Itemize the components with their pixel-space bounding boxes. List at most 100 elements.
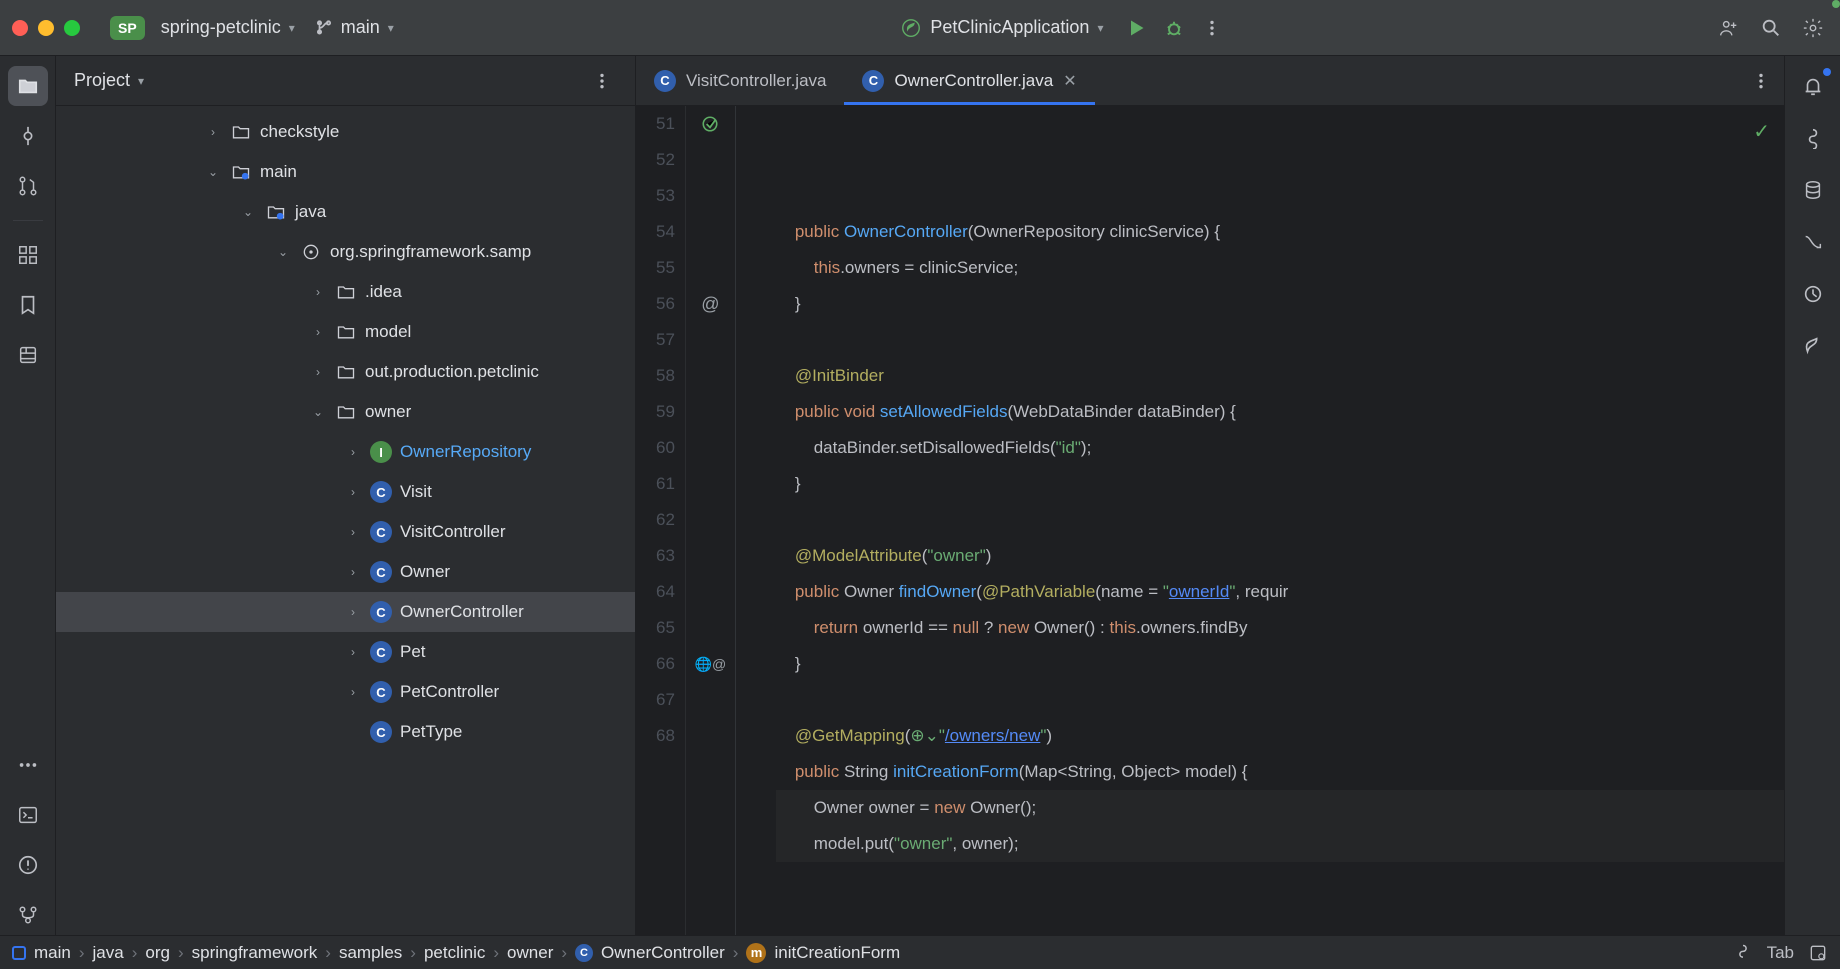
code-line[interactable] — [776, 322, 1784, 358]
code-line[interactable]: Owner owner = new Owner(); — [776, 790, 1784, 826]
line-number[interactable]: 63 — [656, 538, 675, 574]
editor-tab[interactable]: CVisitController.java — [636, 56, 844, 105]
maximize-window-button[interactable] — [64, 20, 80, 36]
tree-item[interactable]: › C OwnerController — [56, 592, 635, 632]
tree-arrow-icon[interactable]: › — [344, 605, 362, 619]
code-line[interactable]: public void setAllowedFields(WebDataBind… — [776, 394, 1784, 430]
breadcrumb-item[interactable]: COwnerController — [575, 943, 725, 963]
code-line[interactable]: public Owner findOwner(@PathVariable(nam… — [776, 574, 1784, 610]
tree-item[interactable]: › .idea — [56, 272, 635, 312]
breadcrumb-item[interactable]: org — [145, 943, 170, 963]
database-tool-right-button[interactable] — [1793, 170, 1833, 210]
breadcrumb-item[interactable]: minitCreationForm — [746, 943, 900, 963]
tree-arrow-icon[interactable]: › — [309, 325, 327, 339]
tree-item[interactable]: › C Owner — [56, 552, 635, 592]
more-tools-button[interactable] — [8, 745, 48, 785]
tree-arrow-icon[interactable]: › — [344, 685, 362, 699]
line-number[interactable]: 52 — [656, 142, 675, 178]
problems-tool-button[interactable] — [8, 845, 48, 885]
reader-mode-icon[interactable] — [1808, 943, 1828, 963]
line-number[interactable]: 53 — [656, 178, 675, 214]
breadcrumb-item[interactable]: petclinic — [424, 943, 485, 963]
ai-assistant-button[interactable] — [1793, 118, 1833, 158]
line-number[interactable]: 59 — [656, 394, 675, 430]
line-number[interactable]: 57 — [656, 322, 675, 358]
web-usage-icon[interactable]: 🌐@ — [695, 646, 727, 682]
code-line[interactable]: dataBinder.setDisallowedFields("id"); — [776, 430, 1784, 466]
line-number[interactable]: 60 — [656, 430, 675, 466]
run-button[interactable] — [1121, 13, 1151, 43]
close-window-button[interactable] — [12, 20, 28, 36]
line-number[interactable]: 67 — [656, 682, 675, 718]
code-line[interactable]: model.put("owner", owner); — [776, 826, 1784, 862]
line-number[interactable]: 66 — [656, 646, 675, 682]
bookmarks-tool-button[interactable] — [8, 285, 48, 325]
line-number[interactable]: 65 — [656, 610, 675, 646]
code-line[interactable] — [776, 502, 1784, 538]
tree-arrow-icon[interactable]: ⌄ — [309, 405, 327, 419]
gutter-icons[interactable]: @🌐@ — [686, 106, 736, 935]
tree-arrow-icon[interactable]: ⌄ — [239, 205, 257, 219]
tree-arrow-icon[interactable]: ⌄ — [204, 165, 222, 179]
search-button[interactable] — [1756, 13, 1786, 43]
tree-arrow-icon[interactable]: › — [344, 485, 362, 499]
line-number[interactable]: 56 — [656, 286, 675, 322]
inspection-ok-icon[interactable]: ✓ — [1753, 114, 1770, 150]
project-panel-title-dropdown[interactable]: Project ▾ — [74, 70, 144, 91]
tree-arrow-icon[interactable]: › — [309, 365, 327, 379]
tree-arrow-icon[interactable]: › — [344, 645, 362, 659]
code-line[interactable]: public String initCreationForm(Map<Strin… — [776, 754, 1784, 790]
more-actions-button[interactable] — [1197, 13, 1227, 43]
breadcrumb-item[interactable]: samples — [339, 943, 402, 963]
code-line[interactable]: } — [776, 286, 1784, 322]
tree-arrow-icon[interactable]: › — [309, 285, 327, 299]
line-number[interactable]: 64 — [656, 574, 675, 610]
tree-item[interactable]: › C VisitController — [56, 512, 635, 552]
line-number-gutter[interactable]: 515253545556575859606162636465666768 — [636, 106, 686, 935]
pull-requests-tool-button[interactable] — [8, 166, 48, 206]
project-tool-button[interactable] — [8, 66, 48, 106]
profiler-button[interactable] — [1793, 274, 1833, 314]
terminal-tool-button[interactable] — [8, 795, 48, 835]
code-line[interactable]: return ownerId == null ? new Owner() : t… — [776, 610, 1784, 646]
tree-arrow-icon[interactable]: › — [344, 525, 362, 539]
tree-item[interactable]: ⌄ java — [56, 192, 635, 232]
structure-tool-button[interactable] — [8, 235, 48, 275]
code-line[interactable]: public OwnerController(OwnerRepository c… — [776, 214, 1784, 250]
ai-status-icon[interactable] — [1733, 943, 1753, 963]
tree-arrow-icon[interactable]: ⌄ — [274, 245, 292, 259]
line-number[interactable]: 55 — [656, 250, 675, 286]
line-number[interactable]: 51 — [656, 106, 675, 142]
code-content[interactable]: ✓ public OwnerController(OwnerRepository… — [736, 106, 1784, 935]
tree-item[interactable]: ⌄ main — [56, 152, 635, 192]
project-selector[interactable]: SP spring-petclinic ▾ — [100, 10, 305, 46]
debug-button[interactable] — [1159, 13, 1189, 43]
tree-arrow-icon[interactable]: › — [344, 565, 362, 579]
tree-item[interactable]: › C PetController — [56, 672, 635, 712]
breadcrumb-item[interactable]: owner — [507, 943, 553, 963]
run-config-selector[interactable]: PetClinicApplication ▾ — [890, 11, 1113, 45]
code-editor[interactable]: 515253545556575859606162636465666768 @🌐@… — [636, 106, 1784, 935]
branch-selector[interactable]: main ▾ — [305, 11, 404, 44]
line-number[interactable]: 68 — [656, 718, 675, 754]
tabs-menu-button[interactable] — [1738, 56, 1784, 105]
database-tool-button[interactable] — [8, 335, 48, 375]
tree-arrow-icon[interactable]: › — [344, 445, 362, 459]
dependencies-button[interactable] — [1793, 222, 1833, 262]
project-tree[interactable]: › checkstyle ⌄ main ⌄ java ⌄ org.springf… — [56, 106, 635, 935]
vcs-tool-button[interactable] — [8, 895, 48, 935]
code-with-me-button[interactable] — [1714, 13, 1744, 43]
code-line[interactable]: } — [776, 646, 1784, 682]
breadcrumb-item[interactable]: main — [12, 943, 71, 963]
code-line[interactable]: @ModelAttribute("owner") — [776, 538, 1784, 574]
code-line[interactable]: this.owners = clinicService; — [776, 250, 1784, 286]
commit-tool-button[interactable] — [8, 116, 48, 156]
breadcrumb-item[interactable]: springframework — [192, 943, 318, 963]
editor-tab[interactable]: COwnerController.java✕ — [844, 56, 1094, 105]
tree-item[interactable]: › I OwnerRepository — [56, 432, 635, 472]
notifications-button[interactable] — [1793, 66, 1833, 106]
tree-item[interactable]: › C Pet — [56, 632, 635, 672]
tree-item[interactable]: C PetType — [56, 712, 635, 752]
settings-button[interactable] — [1798, 13, 1828, 43]
code-line[interactable] — [776, 682, 1784, 718]
